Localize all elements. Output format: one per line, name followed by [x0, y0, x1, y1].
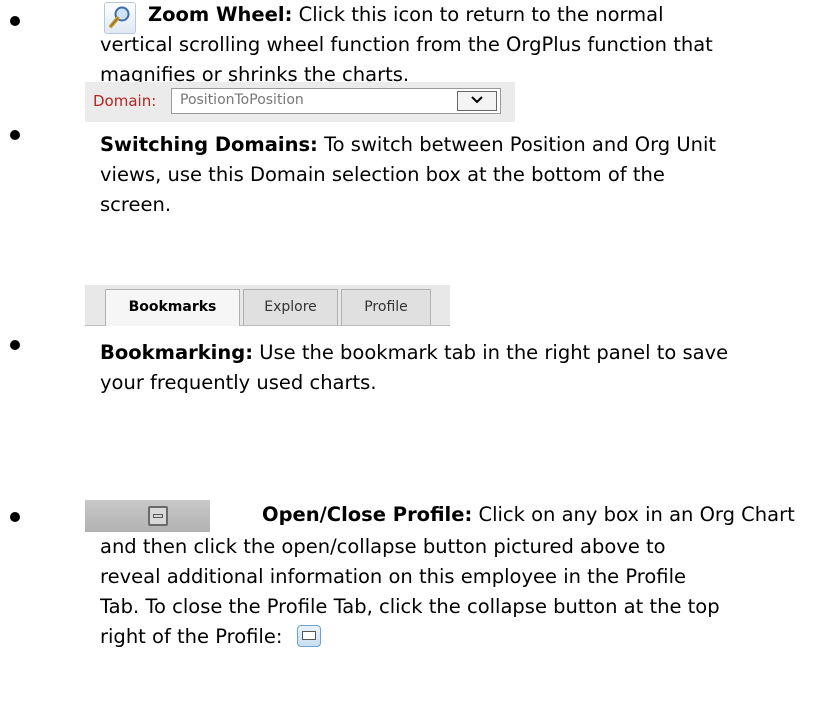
tab-explore[interactable]: Explore — [243, 289, 338, 325]
text-line: screen. — [100, 193, 172, 216]
bullet — [10, 16, 20, 26]
open-close-profile-description-cont: and then click the open/collapse button … — [100, 532, 825, 652]
tab-profile[interactable]: Profile — [341, 289, 431, 325]
open-close-profile-description: Open/Close Profile: Click on any box in … — [262, 500, 832, 530]
text-line: vertical scrolling wheel function from t… — [100, 33, 713, 56]
tab-bookmarks[interactable]: Bookmarks — [105, 289, 240, 326]
text-line: Switching Domains: To switch between Pos… — [100, 130, 825, 160]
item-title: Open/Close Profile: — [262, 503, 473, 526]
magnifier-icon — [109, 6, 130, 28]
item-title: Switching Domains: — [100, 133, 318, 156]
domain-label: Domain: — [93, 92, 157, 110]
switching-domains-description: Switching Domains: To switch between Pos… — [100, 130, 825, 220]
collapse-icon[interactable] — [296, 625, 321, 647]
text-line: reveal additional information on this em… — [100, 565, 686, 588]
item-body: Click this icon to return to the normal — [298, 3, 664, 26]
panel-tabs: Bookmarks Explore Profile — [85, 285, 450, 326]
text-segment: right of the Profile: — [100, 625, 283, 648]
zoom-wheel-description-cont: vertical scrolling wheel function from t… — [100, 30, 825, 90]
item-body: Use the bookmark tab in the right panel … — [259, 341, 729, 364]
open-collapse-button[interactable] — [148, 506, 168, 526]
item-title: Zoom Wheel: — [148, 3, 293, 26]
zoom-wheel-description: Zoom Wheel: Click this icon to return to… — [148, 0, 837, 30]
bullet — [10, 340, 20, 350]
bookmarking-description: Bookmarking: Use the bookmark tab in the… — [100, 338, 825, 398]
item-title: Bookmarking: — [100, 341, 254, 364]
text-line: Bookmarking: Use the bookmark tab in the… — [100, 338, 825, 368]
text-line: and then click the open/collapse button … — [100, 535, 666, 558]
chevron-down-icon[interactable] — [457, 91, 497, 111]
domain-selector-panel: Domain: PositionToPosition — [85, 82, 515, 122]
item-body: Click on any box in an Org Chart — [478, 503, 795, 526]
bullet — [10, 512, 20, 522]
text-line: views, use this Domain selection box at … — [100, 163, 665, 186]
text-line: your frequently used charts. — [100, 371, 377, 394]
text-line: right of the Profile: — [100, 622, 825, 652]
text-line: Tab. To close the Profile Tab, click the… — [100, 595, 720, 618]
item-body: To switch between Position and Org Unit — [324, 133, 717, 156]
bullet — [10, 130, 20, 140]
domain-value: PositionToPosition — [180, 92, 304, 108]
domain-select[interactable]: PositionToPosition — [171, 88, 501, 114]
